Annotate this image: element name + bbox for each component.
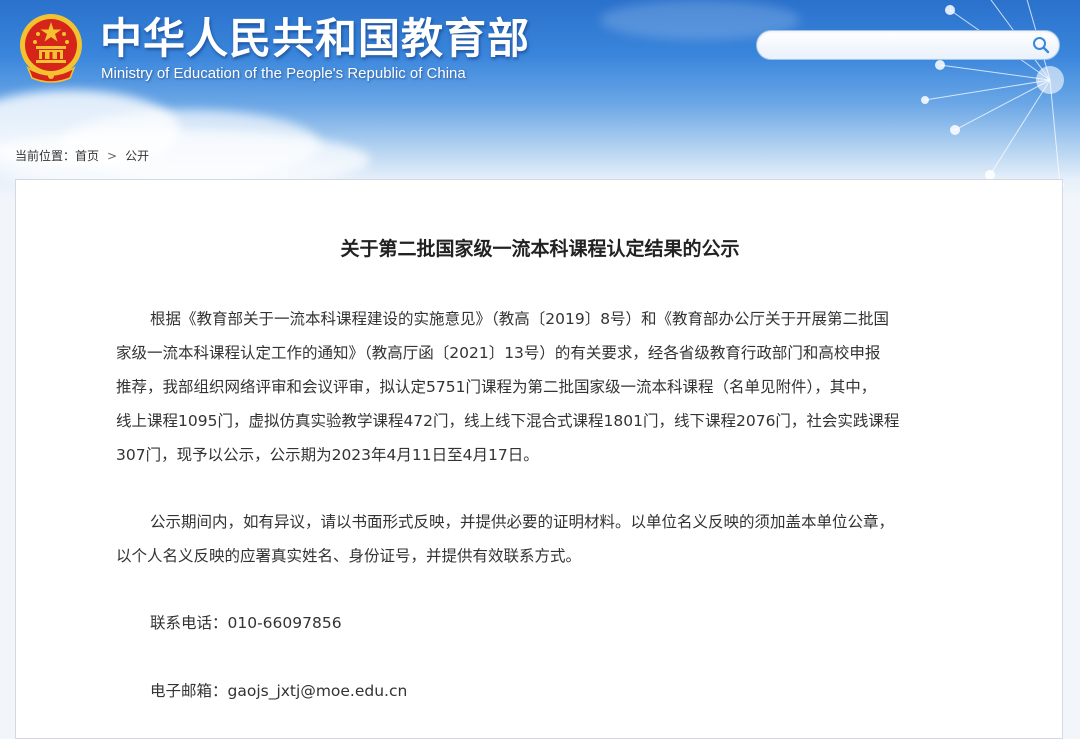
site-title: 中华人民共和国教育部	[100, 14, 531, 63]
breadcrumb-home-link[interactable]: 首页	[75, 149, 99, 163]
site-subtitle: Ministry of Education of the People's Re…	[101, 65, 466, 82]
paragraph-line: 家级一流本科课程认定工作的通知》（教高厅函〔2021〕13号）的有关要求，经各省…	[116, 344, 881, 362]
search-icon[interactable]	[1031, 35, 1051, 55]
article-paragraph-1: 根据《教育部关于一流本科课程建设的实施意见》（教高〔2019〕8号）和《教育部办…	[116, 302, 976, 472]
national-emblem-icon	[20, 14, 82, 83]
article-title: 关于第二批国家级一流本科课程认定结果的公示	[340, 238, 740, 260]
paragraph-line: 线上课程1095门，虚拟仿真实验教学课程472门，线上线下混合式课程1801门，…	[116, 412, 900, 430]
contact-phone-text: 联系电话：010-66097856	[150, 614, 342, 632]
paragraph-line: 307门，现予以公示，公示期为2023年4月11日至4月17日。	[116, 446, 539, 464]
paragraph-line: 以个人名义反映的应署真实姓名、身份证号，并提供有效联系方式。	[116, 547, 582, 565]
paragraph-line: 公示期间内，如有异议，请以书面形式反映，并提供必要的证明材料。以单位名义反映的须…	[150, 513, 895, 531]
search-input[interactable]	[771, 35, 1021, 55]
contact-phone: 联系电话：010-66097856	[116, 606, 976, 640]
site-header: 中华人民共和国教育部 Ministry of Education of the …	[0, 0, 1080, 200]
breadcrumb-separator: >	[107, 149, 118, 163]
article-paragraph-2: 公示期间内，如有异议，请以书面形式反映，并提供必要的证明材料。以单位名义反映的须…	[116, 505, 976, 573]
search-box	[756, 30, 1060, 60]
paragraph-line: 根据《教育部关于一流本科课程建设的实施意见》（教高〔2019〕8号）和《教育部办…	[150, 310, 890, 328]
paragraph-line: 推荐，我部组织网络评审和会议评审，拟认定5751门课程为第二批国家级一流本科课程…	[116, 378, 877, 396]
breadcrumb-prefix: 当前位置：	[15, 149, 76, 163]
article-container: 关于第二批国家级一流本科课程认定结果的公示 根据《教育部关于一流本科课程建设的实…	[15, 179, 1063, 739]
breadcrumb-public-link[interactable]: 公开	[125, 149, 149, 163]
contact-email-text: 电子邮箱：gaojs_jxtj@moe.edu.cn	[150, 682, 408, 700]
breadcrumb: 当前位置：首页 > 公开	[15, 147, 149, 164]
contact-email: 电子邮箱：gaojs_jxtj@moe.edu.cn	[116, 674, 976, 708]
